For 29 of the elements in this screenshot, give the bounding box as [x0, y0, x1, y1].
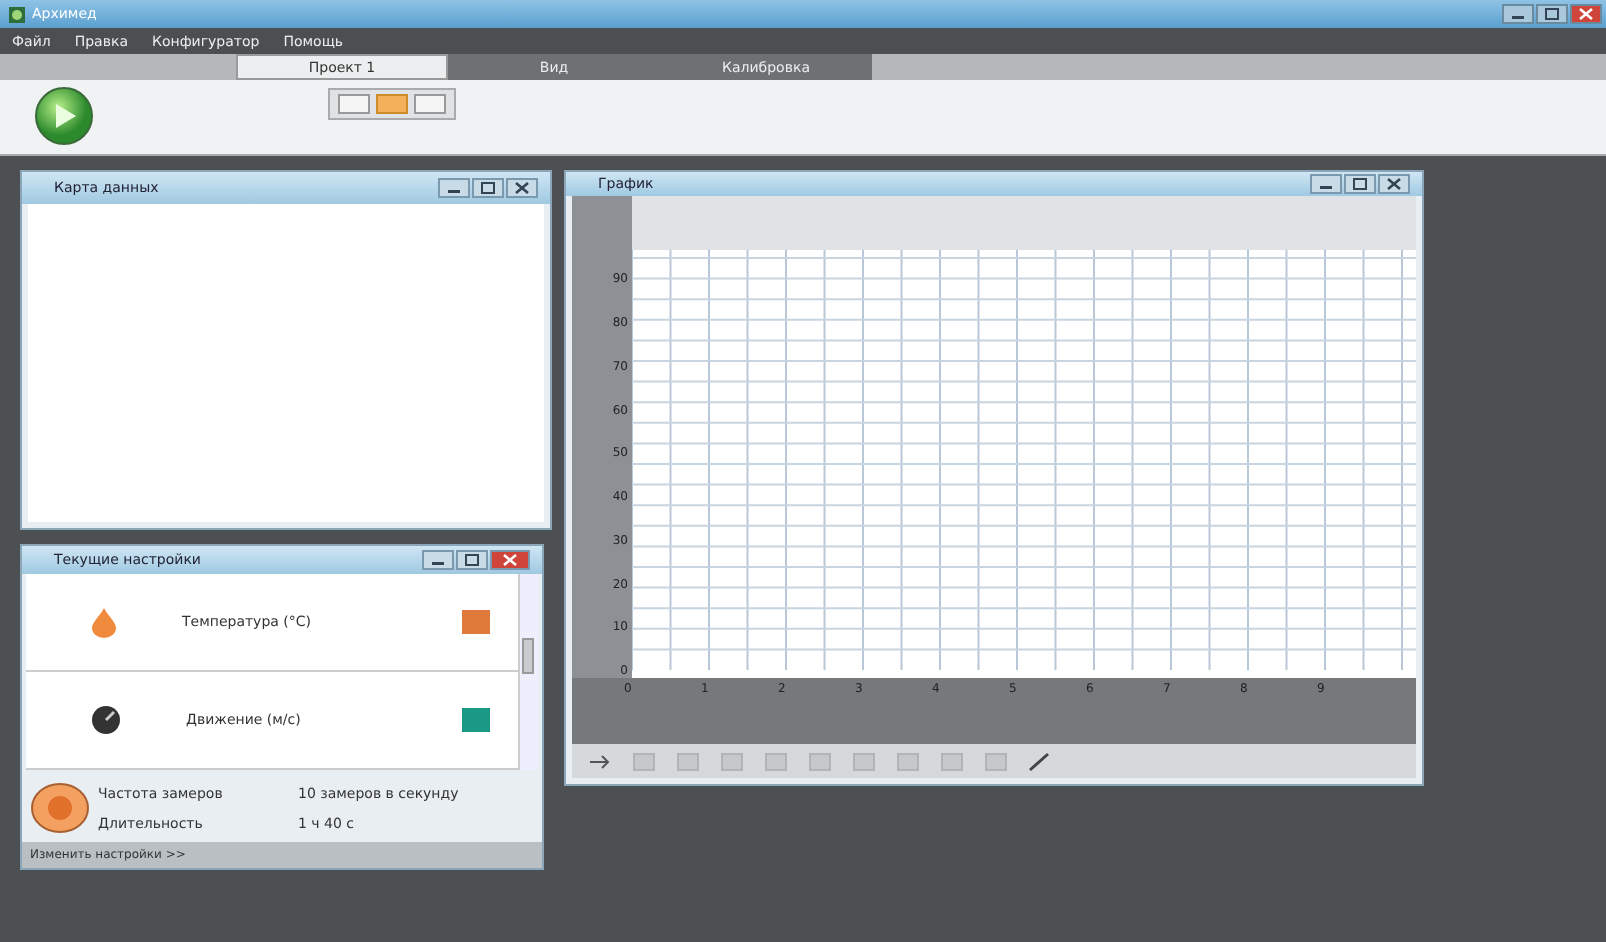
- maximize-icon: [464, 554, 480, 567]
- close-icon: [1578, 8, 1594, 20]
- close-button[interactable]: [506, 178, 538, 198]
- maximize-button[interactable]: [456, 550, 488, 571]
- view-mode-button[interactable]: [338, 94, 370, 114]
- close-icon: [1386, 178, 1402, 191]
- close-button[interactable]: [1570, 4, 1602, 24]
- view-mode-button[interactable]: [414, 94, 446, 114]
- maximize-icon: [1544, 8, 1560, 20]
- maximize-button[interactable]: [1536, 4, 1568, 24]
- maximize-icon: [480, 182, 496, 194]
- scrollbar[interactable]: [518, 574, 538, 770]
- arrow-icon: [588, 753, 612, 770]
- pen-icon: [1028, 751, 1052, 772]
- close-button[interactable]: [1378, 174, 1410, 195]
- maximize-icon: [1352, 178, 1368, 191]
- minimize-button[interactable]: [422, 550, 454, 571]
- close-icon: [502, 554, 518, 567]
- record-button-icon[interactable]: [30, 782, 90, 834]
- close-icon: [514, 182, 530, 194]
- close-button[interactable]: [490, 550, 530, 571]
- gauge-icon: [90, 704, 122, 737]
- minimize-button[interactable]: [1310, 174, 1342, 195]
- app-icon: [8, 5, 26, 23]
- minimize-button[interactable]: [1502, 4, 1534, 24]
- maximize-button[interactable]: [472, 178, 504, 198]
- minimize-button[interactable]: [438, 178, 470, 198]
- flame-icon: [90, 606, 118, 639]
- maximize-button[interactable]: [1344, 174, 1376, 195]
